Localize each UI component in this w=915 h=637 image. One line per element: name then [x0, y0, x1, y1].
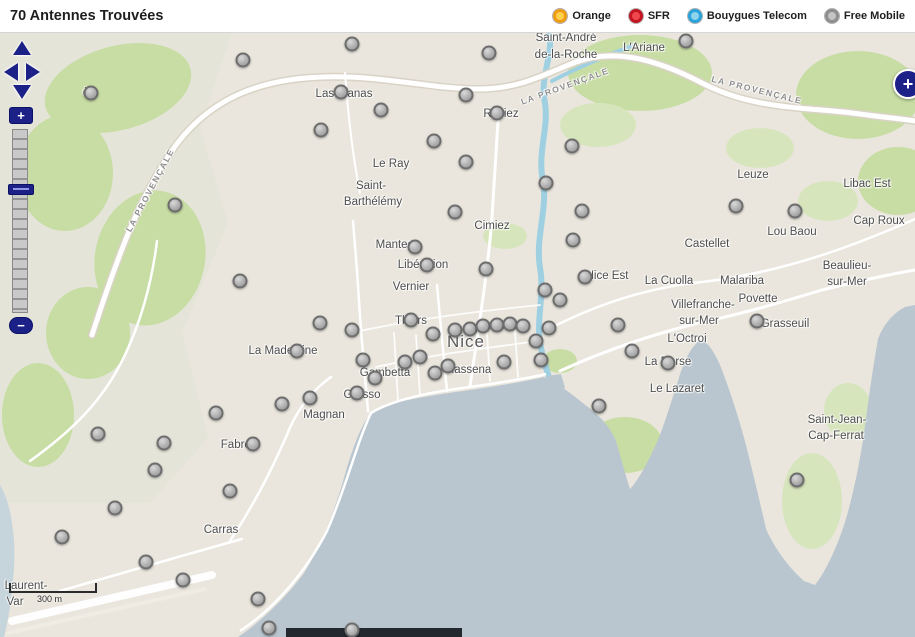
antenna-marker[interactable]	[476, 319, 491, 334]
antenna-marker[interactable]	[441, 359, 456, 374]
antenna-marker[interactable]	[223, 484, 238, 499]
antenna-marker[interactable]	[420, 258, 435, 273]
antenna-marker[interactable]	[539, 176, 554, 191]
antenna-marker[interactable]	[565, 139, 580, 154]
zoom-slider-handle[interactable]	[8, 184, 34, 195]
antenna-marker[interactable]	[516, 319, 531, 334]
antenna-marker[interactable]	[303, 391, 318, 406]
antenna-marker[interactable]	[413, 350, 428, 365]
legend-item-bouygues[interactable]: Bouygues Telecom	[688, 9, 807, 23]
antenna-marker[interactable]	[575, 204, 590, 219]
antenna-marker[interactable]	[345, 623, 360, 637]
antenna-marker[interactable]	[750, 314, 765, 329]
antenna-marker[interactable]	[275, 397, 290, 412]
antenna-marker[interactable]	[625, 344, 640, 359]
legend-label: Bouygues Telecom	[707, 10, 807, 22]
antenna-marker[interactable]	[729, 199, 744, 214]
legend-item-free[interactable]: Free Mobile	[825, 9, 905, 23]
antenna-marker[interactable]	[168, 198, 183, 213]
antenna-marker[interactable]	[529, 334, 544, 349]
antenna-marker[interactable]	[566, 233, 581, 248]
antenna-marker[interactable]	[428, 366, 443, 381]
antenna-marker[interactable]	[592, 399, 607, 414]
antenna-marker[interactable]	[350, 386, 365, 401]
antenna-marker[interactable]	[251, 592, 266, 607]
pan-north-icon[interactable]	[13, 41, 31, 55]
antenna-marker[interactable]	[139, 555, 154, 570]
antenna-marker[interactable]	[459, 88, 474, 103]
antenna-marker[interactable]	[55, 530, 70, 545]
antenna-marker[interactable]	[84, 86, 99, 101]
antenna-marker[interactable]	[108, 501, 123, 516]
antenna-marker[interactable]	[368, 371, 383, 386]
legend: Orange SFR Bouygues Telecom Free Mobile	[553, 9, 905, 23]
scale-line	[9, 583, 97, 593]
antenna-marker[interactable]	[345, 37, 360, 52]
antenna-marker[interactable]	[313, 316, 328, 331]
antenna-marker[interactable]	[479, 262, 494, 277]
expand-button[interactable]: +	[893, 69, 915, 99]
antenna-marker[interactable]	[236, 53, 251, 68]
scale-bar: 300 m	[9, 583, 97, 604]
antenna-marker[interactable]	[578, 270, 593, 285]
antenna-marker[interactable]	[356, 353, 371, 368]
antenna-marker[interactable]	[408, 240, 423, 255]
antenna-marker[interactable]	[542, 321, 557, 336]
pan-east-icon[interactable]	[26, 63, 40, 81]
antenna-marker[interactable]	[233, 274, 248, 289]
antenna-marker[interactable]	[788, 204, 803, 219]
antenna-marker[interactable]	[314, 123, 329, 138]
antenna-marker[interactable]	[209, 406, 224, 421]
bouygues-marker-icon	[688, 9, 702, 23]
antenna-marker[interactable]	[398, 355, 413, 370]
antenna-marker[interactable]	[448, 323, 463, 338]
results-header: 70 Antennes Trouvées Orange SFR Bouygues T…	[0, 0, 915, 33]
orange-marker-icon	[553, 9, 567, 23]
results-count-title: 70 Antennes Trouvées	[10, 8, 163, 24]
antenna-marker[interactable]	[262, 621, 277, 636]
legend-item-sfr[interactable]: SFR	[629, 9, 670, 23]
zoom-slider-track[interactable]	[12, 129, 28, 313]
attribution-strip	[286, 628, 462, 637]
antenna-marker[interactable]	[679, 34, 694, 49]
legend-label: SFR	[648, 10, 670, 22]
legend-label: Orange	[572, 10, 611, 22]
antenna-marker[interactable]	[246, 437, 261, 452]
antenna-marker[interactable]	[497, 355, 512, 370]
pan-south-icon[interactable]	[13, 85, 31, 99]
pan-zoom-control: + −	[4, 41, 40, 351]
antenna-marker[interactable]	[490, 106, 505, 121]
antenna-marker[interactable]	[482, 46, 497, 61]
antenna-marker[interactable]	[661, 356, 676, 371]
antenna-marker[interactable]	[790, 473, 805, 488]
antenna-marker[interactable]	[374, 103, 389, 118]
antenna-marker[interactable]	[553, 293, 568, 308]
zoom-out-button[interactable]: −	[9, 317, 33, 334]
pan-west-icon[interactable]	[4, 63, 18, 81]
antenna-marker[interactable]	[91, 427, 106, 442]
zoom-in-button[interactable]: +	[9, 107, 33, 124]
antenna-marker[interactable]	[534, 353, 549, 368]
scale-label: 300 m	[37, 594, 97, 604]
antenna-marker[interactable]	[157, 436, 172, 451]
antenna-marker[interactable]	[404, 313, 419, 328]
legend-label: Free Mobile	[844, 10, 905, 22]
sfr-marker-icon	[629, 9, 643, 23]
antenna-marker[interactable]	[538, 283, 553, 298]
antenna-marker[interactable]	[459, 155, 474, 170]
antenna-marker[interactable]	[448, 205, 463, 220]
antenna-marker[interactable]	[426, 327, 441, 342]
antenna-marker[interactable]	[427, 134, 442, 149]
antenna-marker[interactable]	[148, 463, 163, 478]
antenna-marker[interactable]	[290, 344, 305, 359]
antenna-marker[interactable]	[345, 323, 360, 338]
antenna-marker[interactable]	[176, 573, 191, 588]
antenna-marker[interactable]	[611, 318, 626, 333]
antenna-map-app: 70 Antennes Trouvées Orange SFR Bouygues T…	[0, 0, 915, 637]
antenna-marker[interactable]	[334, 85, 349, 100]
legend-item-orange[interactable]: Orange	[553, 9, 611, 23]
map-viewport[interactable]: Saint-Andréde-la-RocheL'ArianeLas Planas…	[0, 33, 915, 637]
free-marker-icon	[825, 9, 839, 23]
